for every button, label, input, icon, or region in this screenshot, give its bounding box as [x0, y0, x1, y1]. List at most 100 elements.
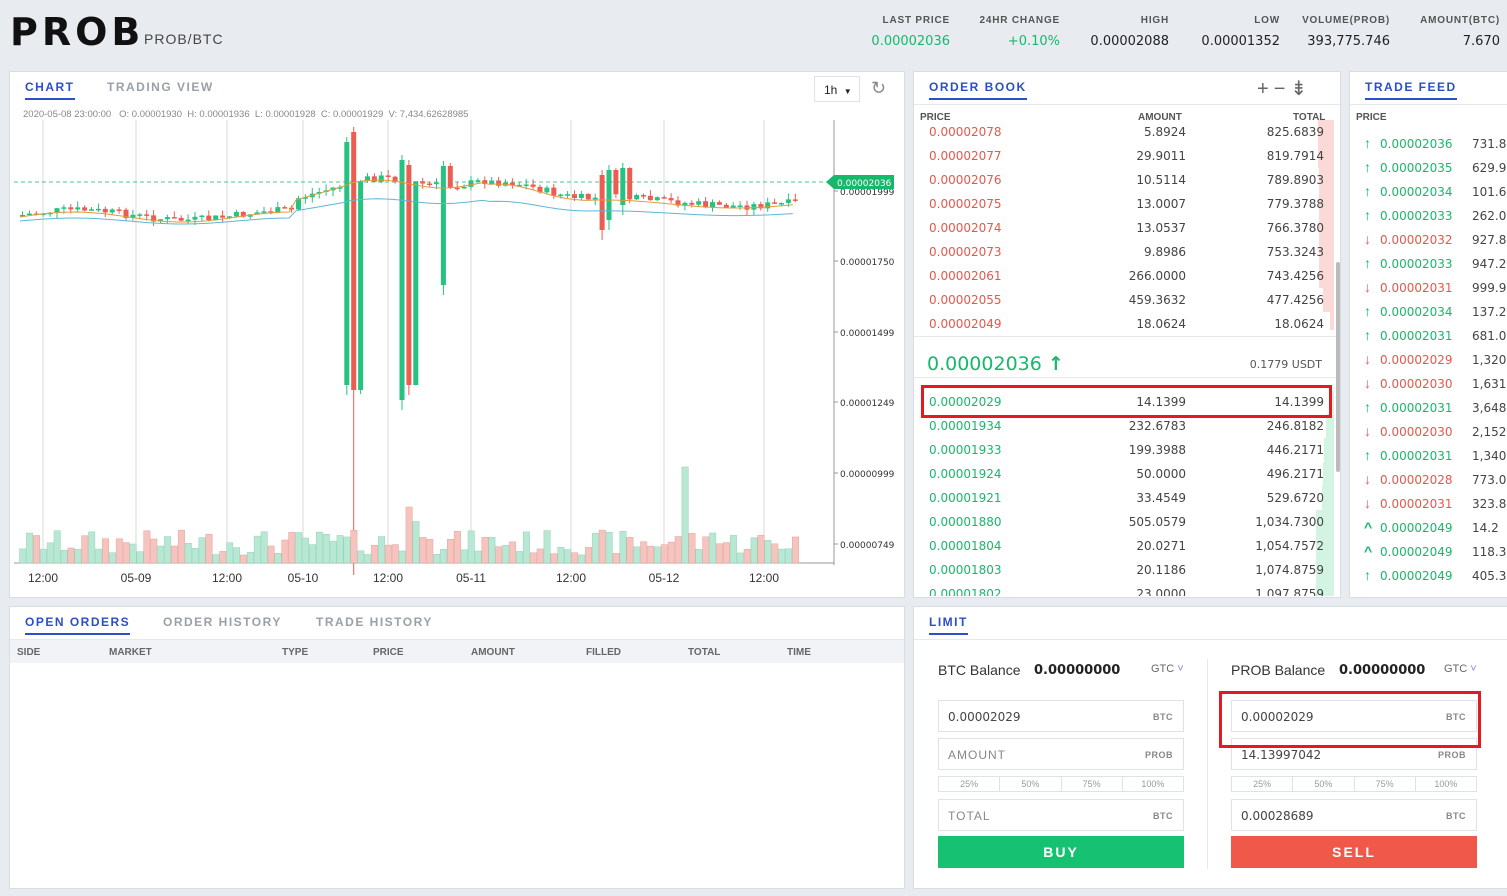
candle-body	[261, 211, 267, 213]
arrow-down-icon: ↓	[1364, 231, 1371, 247]
volume-bar	[233, 547, 241, 564]
buy-pct-25[interactable]: 25%	[939, 777, 1001, 791]
volume-bar	[384, 544, 392, 564]
caret-down-icon: ▼	[843, 87, 852, 96]
book-total: 246.8182	[1266, 419, 1324, 433]
trade-amount: 1,320.7	[1472, 353, 1507, 367]
book-amount: 232.6783	[1128, 419, 1186, 433]
order-book-title: ORDER BOOK	[929, 80, 1027, 100]
candle-body	[647, 195, 653, 201]
ask-row[interactable]: 0.00002074 13.0537 766.3780	[914, 216, 1340, 240]
trade-price: 0.00002031	[1380, 449, 1453, 463]
stat-label: AMOUNT(BTC)	[1420, 15, 1500, 26]
arrow-up-icon: ↑	[1364, 255, 1371, 271]
trade-amount: 1,631.4	[1472, 377, 1507, 391]
volume-bar	[260, 531, 268, 564]
bid-row[interactable]: 0.00001802 23.0000 1,097.8759	[914, 582, 1340, 596]
buy-total-input[interactable]: TOTAL BTC	[938, 799, 1184, 831]
buy-button[interactable]: BUY	[938, 836, 1184, 868]
bid-row[interactable]: 0.00001933 199.3988 446.2171	[914, 438, 1340, 462]
orders-table-header: SIDE MARKET TYPE PRICE AMOUNT FILLED TOTAL TIME	[10, 639, 904, 663]
trade-row: ↓ 0.00002032 927.8	[1350, 228, 1507, 252]
tab-order-history[interactable]: ORDER HISTORY	[163, 615, 282, 629]
trade-row: ↑ 0.00002031 3,648.0	[1350, 396, 1507, 420]
buy-amount-placeholder: AMOUNT	[948, 748, 1006, 762]
book-total: 753.3243	[1266, 245, 1324, 259]
ask-row[interactable]: 0.00002075 13.0007 779.3788	[914, 192, 1340, 216]
candle-body	[779, 203, 784, 205]
trade-amount: 629.9	[1472, 161, 1507, 175]
tab-open-orders[interactable]: OPEN ORDERS	[25, 615, 131, 635]
ask-row[interactable]: 0.00002078 5.8924 825.6839	[914, 120, 1340, 144]
volume-bar	[219, 551, 227, 564]
sell-pct-100[interactable]: 100%	[1416, 777, 1476, 791]
buy-pct-50[interactable]: 50%	[1000, 777, 1062, 791]
candle-body	[26, 213, 32, 216]
bid-row[interactable]: 0.00001803 20.1186 1,074.8759	[914, 558, 1340, 582]
order-book-toolbar: +−⇟	[1257, 76, 1312, 101]
book-total: 819.7914	[1266, 149, 1324, 163]
candle-body	[641, 195, 646, 197]
bid-row[interactable]: 0.00001880 505.0579 1,034.7300	[914, 510, 1340, 534]
interval-select[interactable]: 1h ▼	[814, 76, 860, 102]
volume-bar	[122, 542, 130, 564]
volume-bar	[336, 535, 344, 564]
x-tick-label: 12:00	[373, 571, 403, 585]
sell-pct-50[interactable]: 50%	[1293, 777, 1355, 791]
precision-icon[interactable]: ⇟	[1290, 78, 1312, 100]
bid-row[interactable]: 0.00001924 50.0000 496.2171	[914, 462, 1340, 486]
trade-row: ↑ 0.00002035 629.9	[1350, 156, 1507, 180]
sell-tif-select[interactable]: GTC ˅	[1444, 663, 1477, 675]
volume-bar	[129, 543, 137, 564]
sell-total-input[interactable]: 0.00028689 BTC	[1231, 799, 1477, 831]
bid-row[interactable]: 0.00001921 33.4549 529.6720	[914, 486, 1340, 510]
ask-row[interactable]: 0.00002049 18.0624 18.0624	[914, 312, 1340, 330]
volume-bar	[647, 545, 655, 564]
sell-button[interactable]: SELL	[1231, 836, 1477, 868]
buy-pct-75[interactable]: 75%	[1062, 777, 1123, 791]
refresh-icon[interactable]: ↻	[871, 78, 886, 99]
minus-icon[interactable]: −	[1274, 78, 1291, 100]
candle-body	[710, 202, 715, 208]
arrow-down-icon: ↓	[1364, 495, 1371, 511]
tab-trade-history[interactable]: TRADE HISTORY	[316, 615, 433, 629]
trade-price: 0.00002035	[1380, 161, 1453, 175]
buy-pct-100[interactable]: 100%	[1123, 777, 1183, 791]
volume-bar	[502, 544, 510, 564]
ask-row[interactable]: 0.00002061 266.0000 743.4256	[914, 264, 1340, 288]
volume-bar	[281, 539, 289, 564]
trade-price: 0.00002031	[1380, 329, 1453, 343]
trade-row: ↑ 0.00002036 731.8	[1350, 132, 1507, 156]
orders-col-header: TIME	[787, 647, 811, 658]
ask-row[interactable]: 0.00002055 459.3632 477.4256	[914, 288, 1340, 312]
stat-label: LOW	[1254, 15, 1280, 26]
book-total: 743.4256	[1266, 269, 1324, 283]
volume-bar	[433, 554, 441, 564]
tab-limit[interactable]: LIMIT	[929, 615, 968, 635]
ask-row[interactable]: 0.00002073 9.8986 753.3243	[914, 240, 1340, 264]
book-price: 0.00001924	[929, 467, 1002, 481]
sell-balance-value: 0.00000000	[1339, 663, 1426, 678]
candle-body	[792, 199, 798, 201]
sell-pct-25[interactable]: 25%	[1232, 777, 1294, 791]
buy-price-input[interactable]: 0.00002029 BTC	[938, 700, 1184, 732]
order-book-scrollbar[interactable]	[1336, 262, 1340, 472]
ask-row[interactable]: 0.00002077 29.9011 819.7914	[914, 144, 1340, 168]
price-chart[interactable]: 0.00001999 0.00001750 0.00001499 0.00001249…	[14, 120, 904, 595]
volume-bar	[398, 550, 406, 564]
tab-trading-view[interactable]: TRADING VIEW	[107, 80, 214, 94]
volume-bar	[357, 550, 365, 564]
buy-tif-select[interactable]: GTC ˅	[1151, 663, 1184, 675]
orders-col-header: FILLED	[586, 647, 621, 658]
buy-amount-input[interactable]: AMOUNT PROB	[938, 738, 1184, 770]
bid-row[interactable]: 0.00001804 20.0271 1,054.7572	[914, 534, 1340, 558]
ask-row[interactable]: 0.00002076 10.5114 789.8903	[914, 168, 1340, 192]
tab-chart[interactable]: CHART	[25, 80, 75, 100]
volume-bar	[329, 540, 337, 564]
volume-bar	[74, 548, 82, 564]
trade-row: ^ 0.00002049 118.3	[1350, 540, 1507, 564]
sell-pct-75[interactable]: 75%	[1355, 777, 1416, 791]
plus-icon[interactable]: +	[1257, 78, 1274, 100]
volume-bar	[39, 548, 47, 564]
candle-body	[565, 194, 571, 196]
